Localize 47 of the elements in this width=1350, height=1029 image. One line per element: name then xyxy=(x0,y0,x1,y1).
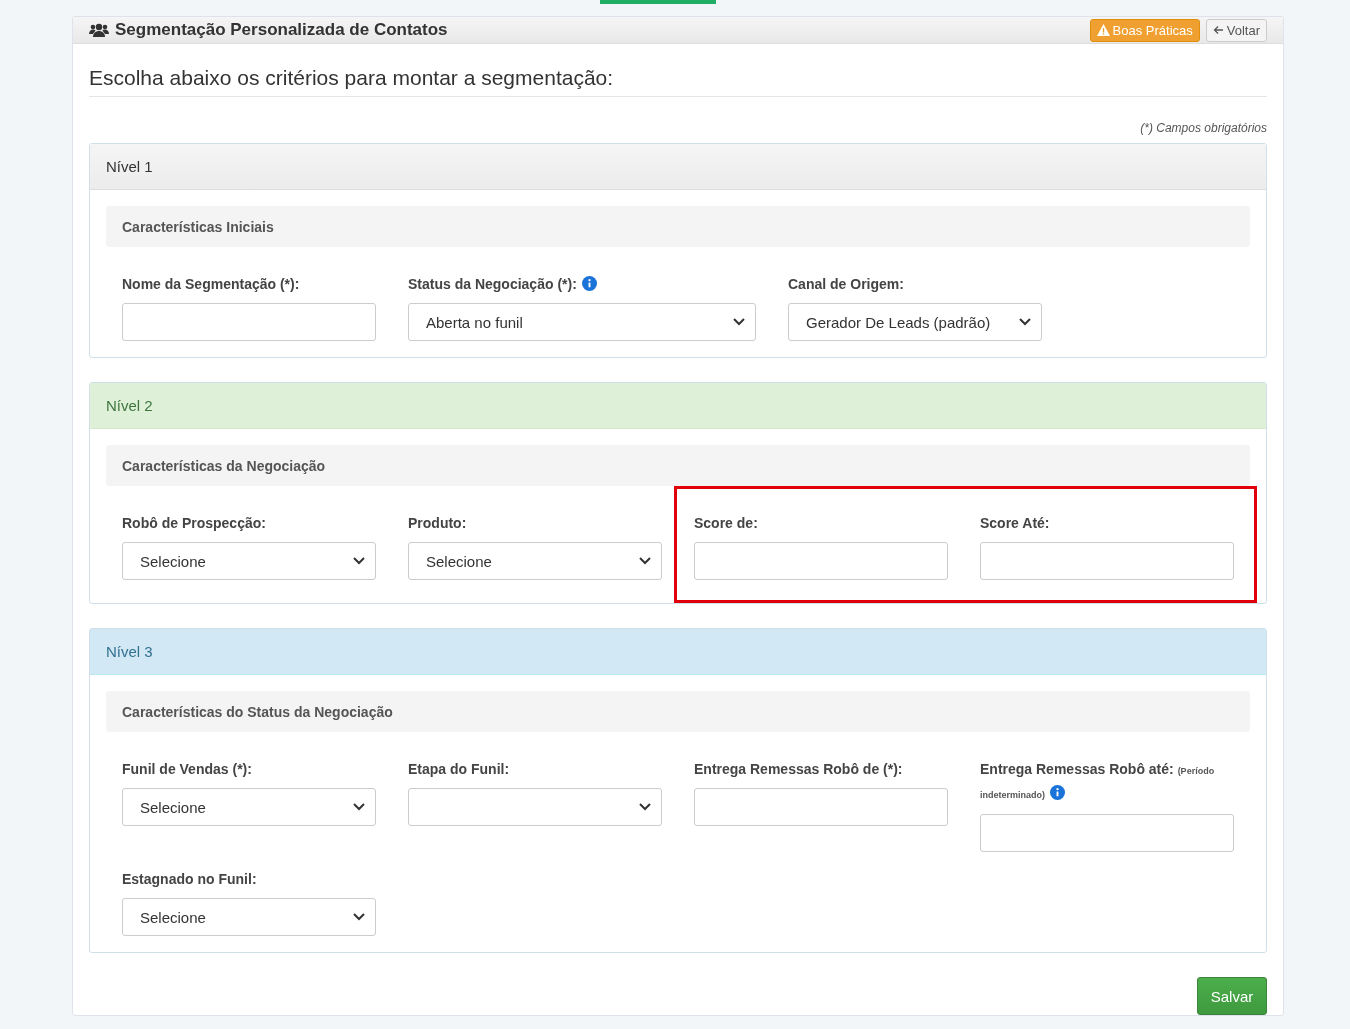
arrow-left-icon xyxy=(1212,25,1224,35)
select-field[interactable] xyxy=(408,788,662,826)
chevron-down-icon xyxy=(353,913,365,921)
field-label: Estagnado no Funil: xyxy=(122,870,258,889)
field-label: Etapa do Funil: xyxy=(408,760,511,779)
field-label: Score de: xyxy=(694,514,759,533)
level-title: Nível 3 xyxy=(90,629,1266,675)
field-label: Entrega Remessas Robô de (*): xyxy=(694,760,904,779)
text-field[interactable] xyxy=(980,542,1234,580)
field-label: Score Até: xyxy=(980,514,1051,533)
users-icon xyxy=(89,22,109,38)
select-field[interactable]: Gerador De Leads (padrão) xyxy=(788,303,1042,341)
text-field[interactable] xyxy=(122,303,376,341)
chevron-down-icon xyxy=(639,557,651,565)
select-field[interactable]: Selecione xyxy=(408,542,662,580)
field-label: Nome da Segmentação (*): xyxy=(122,275,301,294)
section-title: Características Iniciais xyxy=(106,206,1250,247)
panel-title: Segmentação Personalizada de Contatos xyxy=(115,20,449,40)
chevron-down-icon xyxy=(639,803,651,811)
field-label: Entrega Remessas Robô até: (Período indeterminado) xyxy=(980,760,1216,802)
select-field[interactable]: Selecione xyxy=(122,788,376,826)
back-button[interactable]: Voltar xyxy=(1205,18,1267,42)
section-title: Características do Status da Negociação xyxy=(106,691,1250,732)
text-field[interactable] xyxy=(694,542,948,580)
tab-edge[interactable] xyxy=(600,0,716,4)
text-field[interactable] xyxy=(694,788,948,826)
field-label: Status da Negociação (*): xyxy=(408,273,756,295)
field-label: Produto: xyxy=(408,514,468,533)
chevron-down-icon xyxy=(353,557,365,565)
chevron-down-icon xyxy=(1019,318,1031,326)
info-icon xyxy=(1050,785,1065,800)
chevron-down-icon xyxy=(733,318,745,326)
field-label: Funil de Vendas (*): xyxy=(122,760,253,779)
select-field[interactable]: Selecione xyxy=(122,542,376,580)
info-icon xyxy=(581,276,597,291)
warning-icon xyxy=(1096,24,1110,36)
field-label: Robô de Prospecção: xyxy=(122,514,267,533)
select-field[interactable]: Selecione xyxy=(122,898,376,936)
section-title: Características da Negociação xyxy=(106,445,1250,486)
select-field[interactable]: Aberta no funil xyxy=(408,303,756,341)
page-heading: Escolha abaixo os critérios para montar a segmentação: xyxy=(89,66,1267,97)
chevron-down-icon xyxy=(353,803,365,811)
level-title: Nível 2 xyxy=(90,383,1266,429)
field-label: Canal de Origem: xyxy=(788,275,905,294)
required-note: (*) Campos obrigatórios xyxy=(1139,121,1267,135)
level-title: Nível 1 xyxy=(90,144,1266,190)
text-field[interactable] xyxy=(980,814,1234,852)
